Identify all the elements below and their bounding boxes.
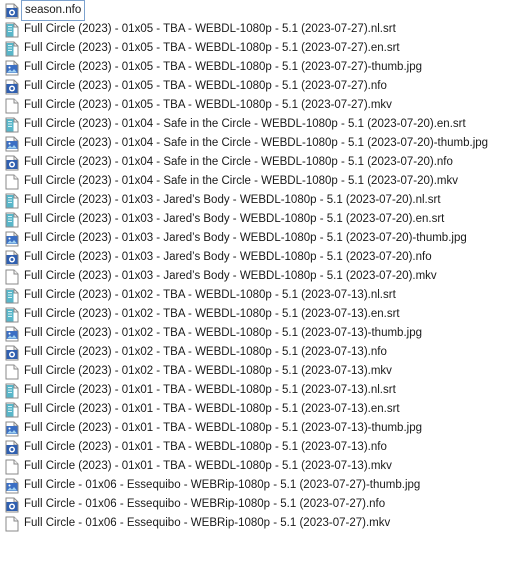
file-name: Full Circle (2023) - 01x05 - TBA - WEBDL… [24, 99, 392, 111]
file-row[interactable]: Full Circle (2023) - 01x04 - Safe in the… [0, 172, 512, 191]
file-name: Full Circle (2023) - 01x05 - TBA - WEBDL… [24, 80, 387, 92]
file-row[interactable]: Full Circle (2023) - 01x02 - TBA - WEBDL… [0, 286, 512, 305]
mkv-file-icon [5, 364, 19, 380]
file-row[interactable]: Full Circle (2023) - 01x02 - TBA - WEBDL… [0, 343, 512, 362]
file-name: Full Circle (2023) - 01x02 - TBA - WEBDL… [24, 346, 387, 358]
jpg-file-icon [5, 421, 19, 437]
mkv-file-icon [5, 269, 19, 285]
nfo-file-icon [5, 250, 19, 266]
file-name: Full Circle (2023) - 01x01 - TBA - WEBDL… [24, 403, 400, 415]
nfo-file-icon [5, 155, 19, 171]
file-name: Full Circle (2023) - 01x04 - Safe in the… [24, 156, 453, 168]
mkv-file-icon [5, 174, 19, 190]
file-name: Full Circle (2023) - 01x04 - Safe in the… [24, 118, 466, 130]
file-row[interactable]: Full Circle (2023) - 01x03 - Jared’s Bod… [0, 229, 512, 248]
file-row[interactable]: Full Circle (2023) - 01x01 - TBA - WEBDL… [0, 400, 512, 419]
file-list: season.nfo Full Circle (2023) - 01x05 - T… [0, 0, 512, 533]
file-row[interactable]: Full Circle (2023) - 01x03 - Jared’s Bod… [0, 210, 512, 229]
file-row[interactable]: Full Circle (2023) - 01x01 - TBA - WEBDL… [0, 457, 512, 476]
srt-file-icon [5, 383, 19, 399]
file-row[interactable]: Full Circle - 01x06 - Essequibo - WEBRip… [0, 495, 512, 514]
nfo-file-icon [5, 3, 19, 19]
file-row[interactable]: Full Circle (2023) - 01x03 - Jared’s Bod… [0, 191, 512, 210]
file-row[interactable]: Full Circle (2023) - 01x04 - Safe in the… [0, 134, 512, 153]
file-name: Full Circle (2023) - 01x03 - Jared’s Bod… [24, 232, 467, 244]
srt-file-icon [5, 212, 19, 228]
mkv-file-icon [5, 459, 19, 475]
file-name: Full Circle (2023) - 01x05 - TBA - WEBDL… [24, 23, 396, 35]
file-name: Full Circle (2023) - 01x03 - Jared’s Bod… [24, 270, 437, 282]
file-row[interactable]: Full Circle (2023) - 01x01 - TBA - WEBDL… [0, 438, 512, 457]
file-name: Full Circle (2023) - 01x05 - TBA - WEBDL… [24, 42, 400, 54]
file-row[interactable]: Full Circle (2023) - 01x02 - TBA - WEBDL… [0, 362, 512, 381]
jpg-file-icon [5, 60, 19, 76]
file-row[interactable]: Full Circle - 01x06 - Essequibo - WEBRip… [0, 514, 512, 533]
file-row[interactable]: Full Circle (2023) - 01x02 - TBA - WEBDL… [0, 305, 512, 324]
nfo-file-icon [5, 79, 19, 95]
file-name: Full Circle (2023) - 01x01 - TBA - WEBDL… [24, 441, 387, 453]
file-row[interactable]: season.nfo [0, 0, 512, 21]
file-row[interactable]: Full Circle (2023) - 01x03 - Jared’s Bod… [0, 267, 512, 286]
mkv-file-icon [5, 98, 19, 114]
jpg-file-icon [5, 326, 19, 342]
srt-file-icon [5, 41, 19, 57]
file-row[interactable]: Full Circle (2023) - 01x05 - TBA - WEBDL… [0, 39, 512, 58]
file-name: Full Circle - 01x06 - Essequibo - WEBRip… [24, 517, 391, 529]
file-name: Full Circle (2023) - 01x02 - TBA - WEBDL… [24, 308, 400, 320]
file-name: Full Circle (2023) - 01x03 - Jared’s Bod… [24, 194, 441, 206]
file-row[interactable]: Full Circle (2023) - 01x04 - Safe in the… [0, 153, 512, 172]
file-name: season.nfo [20, 0, 86, 21]
file-name: Full Circle - 01x06 - Essequibo - WEBRip… [24, 498, 386, 510]
srt-file-icon [5, 402, 19, 418]
file-row[interactable]: Full Circle - 01x06 - Essequibo - WEBRip… [0, 476, 512, 495]
file-row[interactable]: Full Circle (2023) - 01x02 - TBA - WEBDL… [0, 324, 512, 343]
nfo-file-icon [5, 440, 19, 456]
nfo-file-icon [5, 345, 19, 361]
file-name: Full Circle (2023) - 01x05 - TBA - WEBDL… [24, 61, 422, 73]
file-name: Full Circle (2023) - 01x03 - Jared’s Bod… [24, 251, 432, 263]
srt-file-icon [5, 288, 19, 304]
jpg-file-icon [5, 231, 19, 247]
srt-file-icon [5, 117, 19, 133]
file-row[interactable]: Full Circle (2023) - 01x05 - TBA - WEBDL… [0, 58, 512, 77]
file-name: Full Circle (2023) - 01x04 - Safe in the… [24, 137, 489, 149]
srt-file-icon [5, 22, 19, 38]
file-name: Full Circle (2023) - 01x02 - TBA - WEBDL… [24, 327, 422, 339]
file-row[interactable]: Full Circle (2023) - 01x03 - Jared’s Bod… [0, 248, 512, 267]
file-name: Full Circle (2023) - 01x04 - Safe in the… [24, 175, 458, 187]
file-name: Full Circle (2023) - 01x01 - TBA - WEBDL… [24, 384, 396, 396]
file-row[interactable]: Full Circle (2023) - 01x01 - TBA - WEBDL… [0, 381, 512, 400]
mkv-file-icon [5, 516, 19, 532]
file-name: Full Circle (2023) - 01x02 - TBA - WEBDL… [24, 289, 396, 301]
file-row[interactable]: Full Circle (2023) - 01x04 - Safe in the… [0, 115, 512, 134]
file-row[interactable]: Full Circle (2023) - 01x05 - TBA - WEBDL… [0, 20, 512, 39]
file-name: Full Circle (2023) - 01x02 - TBA - WEBDL… [24, 365, 392, 377]
file-name: Full Circle (2023) - 01x03 - Jared’s Bod… [24, 213, 445, 225]
file-name: Full Circle (2023) - 01x01 - TBA - WEBDL… [24, 422, 422, 434]
file-name: Full Circle - 01x06 - Essequibo - WEBRip… [24, 479, 421, 491]
jpg-file-icon [5, 136, 19, 152]
nfo-file-icon [5, 497, 19, 513]
srt-file-icon [5, 307, 19, 323]
file-name: Full Circle (2023) - 01x01 - TBA - WEBDL… [24, 460, 392, 472]
file-row[interactable]: Full Circle (2023) - 01x05 - TBA - WEBDL… [0, 96, 512, 115]
srt-file-icon [5, 193, 19, 209]
file-row[interactable]: Full Circle (2023) - 01x05 - TBA - WEBDL… [0, 77, 512, 96]
file-row[interactable]: Full Circle (2023) - 01x01 - TBA - WEBDL… [0, 419, 512, 438]
jpg-file-icon [5, 478, 19, 494]
